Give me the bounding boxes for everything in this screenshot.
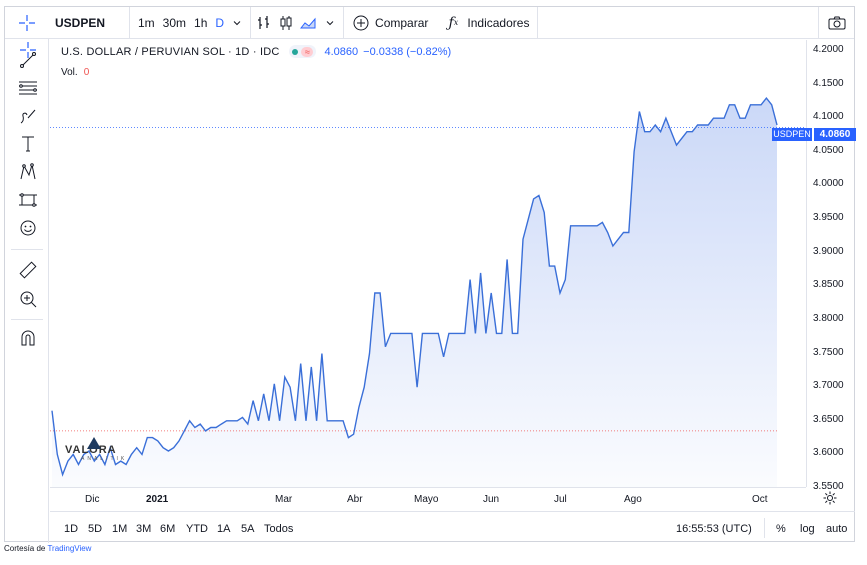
- price-tick-label: 4.1000: [813, 111, 844, 123]
- legend-last-price: 4.0860: [324, 45, 359, 58]
- price-tick-label: 3.9500: [813, 212, 844, 224]
- chart-window: USDPEN 1m 30m 1h D Comparar ƒx Indicador…: [4, 6, 856, 543]
- price-tick-label: 3.7000: [813, 380, 844, 392]
- log-scale-toggle[interactable]: log: [800, 523, 815, 535]
- delayed-data-icon: ≈: [301, 46, 314, 57]
- tradingview-link[interactable]: TradingView: [47, 544, 91, 553]
- time-tick-label: Mayo: [414, 494, 439, 505]
- time-axis-border: [50, 487, 806, 488]
- range-6m[interactable]: 6M: [160, 523, 175, 535]
- price-tick-label: 3.9000: [813, 245, 844, 257]
- time-tick-label: Jun: [483, 494, 500, 505]
- time-tick-label: Oct: [752, 494, 768, 505]
- price-tick-label: 3.6000: [813, 447, 844, 459]
- settings-button[interactable]: [823, 491, 837, 510]
- price-area-fill: [52, 98, 777, 488]
- price-badge-symbol: USDPEN: [772, 128, 812, 141]
- percent-scale-toggle[interactable]: %: [776, 523, 786, 535]
- gear-icon: [823, 491, 837, 509]
- volume-label: Vol.: [61, 67, 78, 78]
- legend-change: −0.0338 (−0.82%): [363, 45, 452, 58]
- valora-watermark-logo: VALORA ANALITIK: [65, 437, 128, 462]
- range-1m[interactable]: 1M: [112, 523, 127, 535]
- time-tick-label: 2021: [146, 494, 169, 505]
- credit-prefix: Cortesía de: [4, 544, 48, 553]
- price-tick-label: 3.8000: [813, 312, 844, 324]
- price-tick-label: 4.0500: [813, 144, 844, 156]
- range-all[interactable]: Todos: [264, 523, 293, 535]
- price-tick-label: 3.6500: [813, 413, 844, 425]
- range-1a[interactable]: 1A: [217, 523, 230, 535]
- price-tick-label: 4.1500: [813, 77, 844, 89]
- utc-clock[interactable]: 16:55:53 (UTC): [676, 523, 752, 535]
- range-1d[interactable]: 1D: [64, 523, 78, 535]
- volume-legend: Vol. 0: [61, 67, 89, 78]
- range-3m[interactable]: 3M: [136, 523, 151, 535]
- legend-title[interactable]: U.S. DOLLAR / PERUVIAN SOL · 1D · IDC: [61, 46, 279, 58]
- time-tick-label: Mar: [275, 494, 293, 505]
- range-ytd[interactable]: YTD: [186, 523, 208, 535]
- price-tick-label: 3.7500: [813, 346, 844, 358]
- range-5a[interactable]: 5A: [241, 523, 254, 535]
- price-axis-border: [806, 40, 807, 487]
- time-tick-label: Dic: [85, 494, 100, 505]
- watermark-subtitle: ANALITIK: [81, 456, 128, 462]
- market-status-badge[interactable]: ≈: [289, 45, 317, 58]
- credit-line: Cortesía de TradingView: [4, 544, 91, 553]
- divider: [764, 518, 765, 538]
- price-badge-value: 4.0860: [814, 128, 856, 141]
- market-open-dot-icon: [292, 48, 299, 55]
- auto-scale-toggle[interactable]: auto: [826, 523, 847, 535]
- volume-value: 0: [83, 67, 90, 78]
- time-tick-label: Ago: [624, 494, 642, 505]
- time-tick-label: Jul: [554, 494, 567, 505]
- price-tick-label: 3.8500: [813, 279, 844, 291]
- bottom-toolbar: 1D 5D 1M 3M 6M YTD 1A 5A Todos 16:55:53 …: [50, 511, 855, 543]
- time-tick-label: Abr: [347, 494, 363, 505]
- watermark-triangle-icon: [87, 437, 101, 449]
- price-tick-label: 4.0000: [813, 178, 844, 190]
- price-chart[interactable]: [5, 7, 854, 511]
- range-5d[interactable]: 5D: [88, 523, 102, 535]
- chart-legend: U.S. DOLLAR / PERUVIAN SOL · 1D · IDC ≈ …: [61, 45, 451, 58]
- price-tick-label: 4.2000: [813, 44, 844, 55]
